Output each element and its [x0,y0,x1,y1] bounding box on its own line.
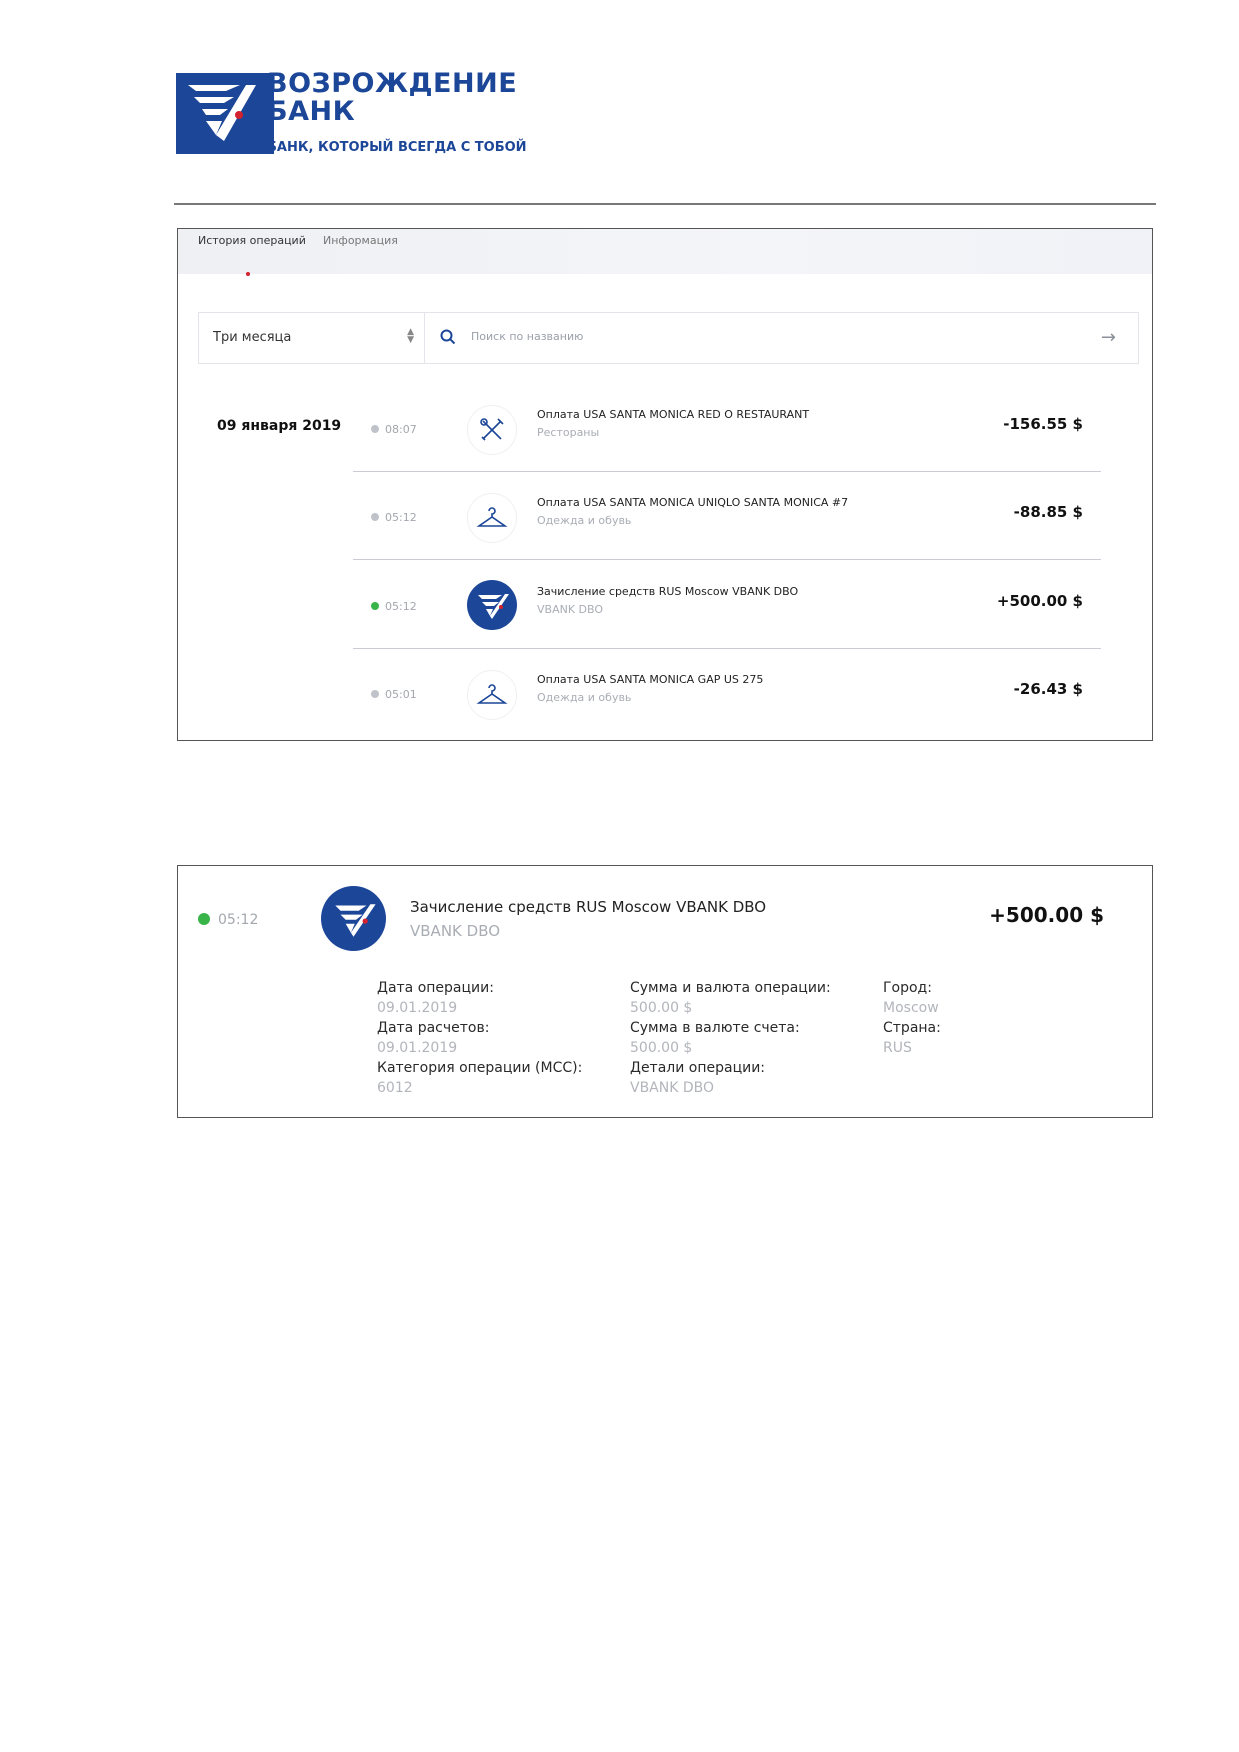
transaction-category: Рестораны [537,426,600,439]
transaction-category: Одежда и обувь [537,514,632,527]
clock-icon [371,513,379,521]
bank-logo-icon [467,580,517,630]
sum-acc-label: Сумма в валюте счета: [630,1020,800,1036]
select-arrows-icon: ▲ ▼ [407,327,414,345]
transaction-row[interactable]: 05:12 Зачисление средств RUS Moscow VBAN… [353,561,1101,649]
sum-acc-value: 500.00 $ [630,1040,693,1056]
mcc-value: 6012 [377,1080,413,1096]
detail-time: 05:12 [198,912,258,928]
clock-icon [371,690,379,698]
transaction-time: 05:01 [371,688,417,701]
bank-logo [176,73,274,154]
detail-title: Зачисление средств RUS Moscow VBANK DBO [410,898,767,916]
detail-amount: +500.00 $ [989,903,1104,927]
period-select[interactable]: Три месяца ▲ ▼ [199,313,425,363]
transaction-detail-panel: 05:12 Зачисление средств RUS Moscow VBAN… [177,865,1153,1118]
hanger-icon [467,493,517,543]
period-value: Три месяца [213,330,292,345]
settle-date-label: Дата расчетов: [377,1020,490,1036]
settle-date-value: 09.01.2019 [377,1040,458,1056]
mcc-label: Категория операции (MCC): [377,1060,583,1076]
brand-tagline: БАНК, КОТОРЫЙ ВСЕГДА С ТОБОЙ [267,140,527,155]
transaction-category: Одежда и обувь [537,691,632,704]
clock-icon [371,425,379,433]
transaction-time: 08:07 [371,423,417,436]
check-icon [198,913,210,925]
detail-column-sums: Сумма и валюта операции: 500.00 $ Сумма … [630,978,831,1098]
details-value: VBANK DBO [630,1080,715,1096]
brand-name: ВОЗРОЖДЕНИЕ БАНК БАНК, КОТОРЫЙ ВСЕГДА С … [267,68,527,156]
transaction-time: 05:12 [371,511,417,524]
detail-column-dates: Дата операции: 09.01.2019 Дата расчетов:… [377,978,582,1098]
transaction-amount: +500.00 $ [996,592,1083,610]
search-input[interactable] [469,329,1073,344]
search-icon[interactable] [440,329,456,349]
transaction-category: VBANK DBO [537,603,604,616]
restaurant-icon [467,405,517,455]
transaction-title: Зачисление средств RUS Moscow VBANK DBO [537,585,799,598]
transaction-amount: -26.43 $ [1013,680,1083,698]
check-icon [371,602,379,610]
active-tab-indicator [246,272,250,276]
detail-subtitle: VBANK DBO [410,922,501,940]
transaction-row[interactable]: 05:12 Оплата USA SANTA MONICA UNIQLO SAN… [353,472,1101,560]
tab-history[interactable]: История операций [198,234,306,247]
transaction-time: 05:12 [371,600,417,613]
filter-bar: Три месяца ▲▼ → [198,312,1139,364]
header-divider [174,203,1156,205]
row-divider [353,559,1101,560]
op-date-label: Дата операции: [377,980,494,996]
city-value: Moscow [883,1000,939,1016]
bank-logo-icon [321,886,386,951]
details-label: Детали операции: [630,1060,766,1076]
hanger-icon [467,670,517,720]
transaction-row[interactable]: 08:07 Оплата USA SANTA MONICA RED O REST… [353,384,1101,472]
sum-op-value: 500.00 $ [630,1000,693,1016]
operations-history-panel: История операций Информация Три месяца ▲… [177,228,1153,741]
tab-information[interactable]: Информация [323,234,398,247]
sum-op-label: Сумма и валюта операции: [630,980,831,996]
arrow-right-icon[interactable]: → [1101,327,1116,348]
transaction-title: Оплата USA SANTA MONICA RED O RESTAURANT [537,408,810,421]
country-label: Страна: [883,1020,941,1036]
country-value: RUS [883,1040,912,1056]
detail-column-location: Город: Moscow Страна: RUS [883,978,941,1058]
transaction-amount: -156.55 $ [1003,415,1083,433]
transaction-title: Оплата USA SANTA MONICA UNIQLO SANTA MON… [537,496,849,509]
transaction-title: Оплата USA SANTA MONICA GAP US 275 [537,673,764,686]
city-label: Город: [883,980,932,996]
transaction-row[interactable]: 05:01 Оплата USA SANTA MONICA GAP US 275… [353,649,1101,737]
tabs-bar: История операций Информация [178,229,1152,276]
brand-line2: БАНК [267,96,356,127]
op-date-value: 09.01.2019 [377,1000,458,1016]
history-date: 09 января 2019 [217,418,342,434]
transaction-amount: -88.85 $ [1013,503,1083,521]
brand-line1: ВОЗРОЖДЕНИЕ [267,68,518,99]
